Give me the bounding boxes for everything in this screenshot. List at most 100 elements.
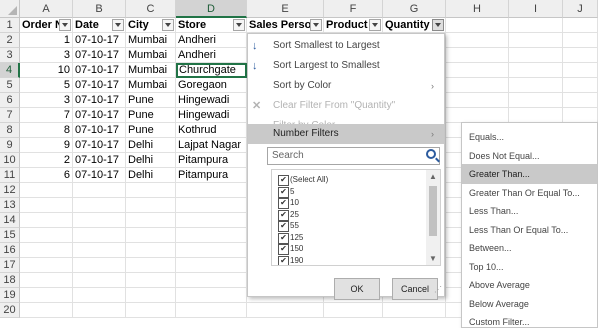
data-cell[interactable]: 1 — [20, 33, 73, 48]
submenu-item[interactable]: Top 10... — [462, 257, 597, 277]
grid-cell[interactable] — [324, 303, 383, 318]
grid-cell[interactable] — [126, 183, 176, 198]
data-cell[interactable]: Pune — [126, 93, 176, 108]
data-cell[interactable]: Goregaon — [176, 78, 247, 93]
data-cell[interactable]: 07-10-17 — [73, 93, 126, 108]
grid-cell[interactable] — [509, 48, 563, 63]
data-cell[interactable]: Hingewadi — [176, 108, 247, 123]
grid-cell[interactable] — [446, 108, 509, 123]
search-icon[interactable] — [426, 149, 436, 159]
data-cell[interactable]: Andheri — [176, 33, 247, 48]
data-cell[interactable]: 3 — [20, 93, 73, 108]
row-header-17[interactable]: 17 — [0, 258, 20, 273]
data-cell[interactable]: 07-10-17 — [73, 78, 126, 93]
row-header-10[interactable]: 10 — [0, 153, 20, 168]
filter-checkbox-item[interactable]: 190 — [278, 254, 303, 265]
row-header-7[interactable]: 7 — [0, 108, 20, 123]
row-header-16[interactable]: 16 — [0, 243, 20, 258]
row-header-15[interactable]: 15 — [0, 228, 20, 243]
grid-cell[interactable] — [126, 303, 176, 318]
grid-cell[interactable] — [563, 63, 598, 78]
data-cell[interactable]: 07-10-17 — [73, 153, 126, 168]
grid-cell[interactable] — [563, 78, 598, 93]
grid-cell[interactable] — [73, 183, 126, 198]
cancel-button[interactable]: Cancel — [392, 278, 438, 300]
grid-cell[interactable] — [73, 258, 126, 273]
grid-cell[interactable] — [126, 198, 176, 213]
row-header-1[interactable]: 1 — [0, 18, 20, 33]
grid-cell[interactable] — [176, 273, 247, 288]
data-cell[interactable]: Delhi — [126, 153, 176, 168]
filter-dropdown-button[interactable] — [369, 19, 381, 31]
grid-cell[interactable] — [176, 183, 247, 198]
grid-cell[interactable] — [126, 288, 176, 303]
row-header-3[interactable]: 3 — [0, 48, 20, 63]
grid-cell[interactable] — [563, 48, 598, 63]
grid-cell[interactable] — [176, 228, 247, 243]
data-cell[interactable]: Pitampura — [176, 153, 247, 168]
grid-cell[interactable] — [176, 243, 247, 258]
submenu-item[interactable]: Above Average — [462, 275, 597, 295]
data-cell[interactable]: 3 — [20, 48, 73, 63]
grid-cell[interactable] — [446, 78, 509, 93]
active-cell[interactable]: Churchgate — [176, 63, 247, 78]
data-cell[interactable]: 9 — [20, 138, 73, 153]
row-header-12[interactable]: 12 — [0, 183, 20, 198]
grid-cell[interactable] — [20, 198, 73, 213]
column-header-b[interactable]: B — [73, 0, 126, 18]
grid-cell[interactable] — [73, 303, 126, 318]
select-all-corner[interactable] — [0, 0, 20, 18]
grid-cell[interactable] — [176, 288, 247, 303]
grid-cell[interactable] — [247, 303, 324, 318]
grid-cell[interactable] — [73, 243, 126, 258]
data-cell[interactable]: 07-10-17 — [73, 108, 126, 123]
row-header-4[interactable]: 4 — [0, 63, 20, 78]
sort-ascending-item[interactable]: ↓ Sort Smallest to Largest — [248, 36, 444, 56]
grid-cell[interactable] — [509, 18, 563, 33]
data-cell[interactable]: 2 — [20, 153, 73, 168]
row-header-19[interactable]: 19 — [0, 288, 20, 303]
data-cell[interactable]: Mumbai — [126, 33, 176, 48]
grid-cell[interactable] — [73, 198, 126, 213]
number-filters-item[interactable]: Number Filters › — [248, 124, 444, 144]
grid-cell[interactable] — [509, 78, 563, 93]
grid-cell[interactable] — [509, 33, 563, 48]
column-header-f[interactable]: F — [324, 0, 383, 18]
column-header-i[interactable]: I — [509, 0, 563, 18]
submenu-item[interactable]: Below Average — [462, 294, 597, 314]
column-header-e[interactable]: E — [247, 0, 324, 18]
grid-cell[interactable] — [20, 258, 73, 273]
row-header-9[interactable]: 9 — [0, 138, 20, 153]
grid-cell[interactable] — [509, 108, 563, 123]
data-cell[interactable]: Andheri — [176, 48, 247, 63]
data-cell[interactable]: Hingewadi — [176, 93, 247, 108]
grid-cell[interactable] — [446, 93, 509, 108]
grid-cell[interactable] — [126, 228, 176, 243]
column-header-g[interactable]: G — [383, 0, 446, 18]
grid-cell[interactable] — [20, 288, 73, 303]
filter-dropdown-button[interactable] — [432, 19, 444, 31]
data-cell[interactable]: Pune — [126, 108, 176, 123]
grid-cell[interactable] — [73, 228, 126, 243]
sort-by-color-item[interactable]: Sort by Color › — [248, 76, 444, 96]
data-cell[interactable]: 07-10-17 — [73, 123, 126, 138]
grid-cell[interactable] — [383, 303, 446, 318]
grid-cell[interactable] — [446, 63, 509, 78]
filter-search-input[interactable]: Search — [267, 147, 440, 165]
data-cell[interactable]: 07-10-17 — [73, 168, 126, 183]
grid-cell[interactable] — [176, 198, 247, 213]
grid-cell[interactable] — [563, 108, 598, 123]
row-header-6[interactable]: 6 — [0, 93, 20, 108]
submenu-item[interactable]: Less Than... — [462, 201, 597, 221]
data-cell[interactable]: 07-10-17 — [73, 33, 126, 48]
row-header-5[interactable]: 5 — [0, 78, 20, 93]
grid-cell[interactable] — [126, 258, 176, 273]
column-header-a[interactable]: A — [20, 0, 73, 18]
resize-grip-icon[interactable]: ⋰ — [434, 285, 442, 294]
filter-dropdown-button[interactable] — [310, 19, 322, 31]
column-header-c[interactable]: C — [126, 0, 176, 18]
data-cell[interactable]: Mumbai — [126, 78, 176, 93]
grid-cell[interactable] — [446, 48, 509, 63]
data-cell[interactable]: 5 — [20, 78, 73, 93]
submenu-item[interactable]: Custom Filter... — [462, 312, 597, 328]
